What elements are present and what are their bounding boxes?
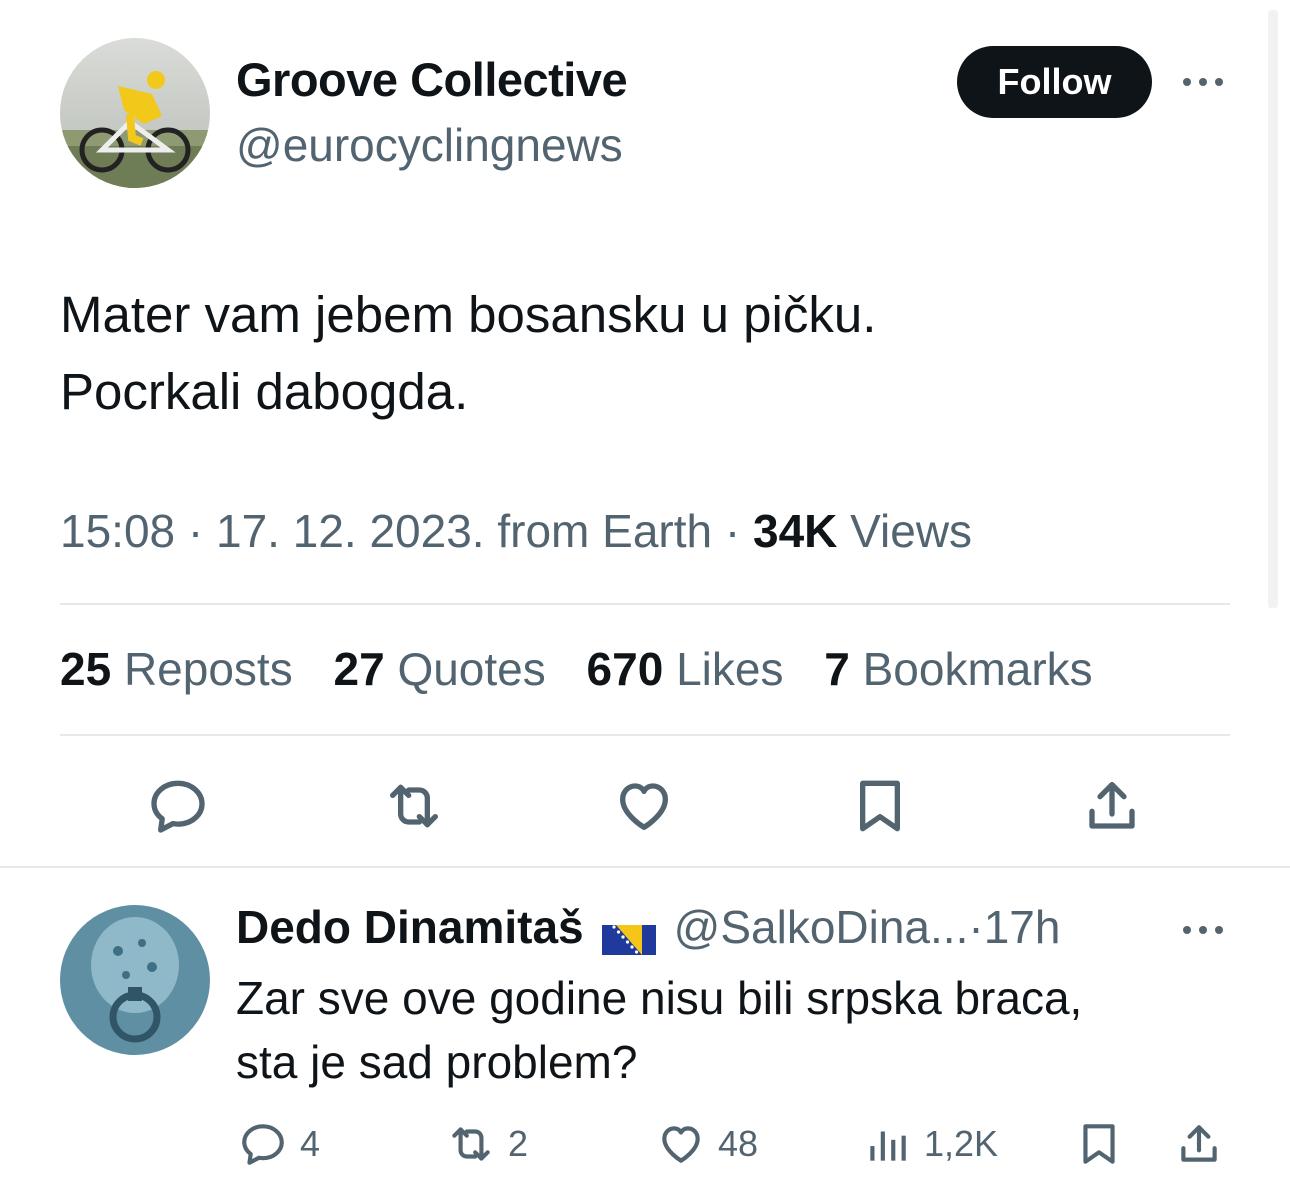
views-bars-icon [870, 1131, 906, 1161]
quotes-count: 27 [333, 643, 385, 695]
divider [0, 866, 1290, 868]
reply-bubble-icon [242, 1124, 284, 1165]
reply-time[interactable]: 17h [984, 900, 1061, 954]
bookmark-icon[interactable] [1074, 1118, 1136, 1170]
reply-reposts-count: 2 [508, 1123, 529, 1164]
separator: · [724, 505, 741, 557]
tweet-meta: 15:08 · 17. 12. 2023. from Earth · 34K V… [60, 504, 972, 558]
tweet-date[interactable]: 17. 12. 2023. [216, 505, 485, 557]
reply-author-avatar[interactable] [60, 905, 210, 1055]
bookmarks-label: Bookmarks [862, 643, 1093, 695]
reply-text-line: sta je sad problem? [236, 1036, 638, 1088]
reply-views-count: 1,2K [924, 1123, 999, 1164]
reposts-stat[interactable]: 25 Reposts [60, 643, 293, 695]
more-dots-icon[interactable] [1178, 912, 1228, 948]
tweet-time[interactable]: 15:08 [60, 505, 175, 557]
quotes-stat[interactable]: 27 Quotes [333, 643, 545, 695]
heart-icon[interactable] [612, 774, 676, 838]
engagement-stats: 25 Reposts 27 Quotes 670 Likes 7 Bookmar… [60, 642, 1121, 696]
tweet-text-line: Mater vam jebem bosansku u pičku. [60, 286, 877, 343]
reply-views-action[interactable]: 1,2K [862, 1118, 998, 1170]
tweet-text-line: Pocrkali dabogda. [60, 363, 469, 420]
reply-bubble-icon[interactable] [146, 774, 210, 838]
reply-likes-count: 48 [718, 1123, 759, 1164]
views-count: 34K [753, 505, 838, 557]
reply-text: Zar sve ove godine nisu bili srpska brac… [236, 966, 1236, 1094]
tweet-source: from Earth [497, 505, 713, 557]
likes-count: 670 [586, 643, 664, 695]
author-handle[interactable]: @eurocyclingnews [236, 118, 623, 172]
quotes-label: Quotes [397, 643, 546, 695]
divider [60, 734, 1230, 736]
reply-text-line: Zar sve ove godine nisu bili srpska brac… [236, 972, 1083, 1024]
author-name[interactable]: Groove Collective [236, 52, 628, 107]
scrollbar[interactable] [1268, 10, 1278, 608]
follow-button[interactable]: Follow [957, 46, 1152, 118]
reposts-label: Reposts [123, 643, 293, 695]
divider [60, 603, 1230, 605]
views-label: Views [850, 505, 973, 557]
likes-stat[interactable]: 670 Likes [587, 643, 784, 695]
heart-icon [662, 1126, 700, 1163]
author-avatar[interactable] [60, 38, 210, 188]
repost-arrows-icon[interactable] [382, 774, 446, 838]
bookmark-icon[interactable] [848, 774, 912, 838]
separator: · [968, 901, 984, 953]
bookmarks-count: 7 [824, 643, 850, 695]
reply-author-handle[interactable]: @SalkoDina... [674, 900, 969, 954]
tweet-text: Mater vam jebem bosansku u pičku. Pocrka… [60, 276, 1240, 430]
reposts-count: 25 [60, 643, 112, 695]
reply-replies-count: 4 [300, 1123, 321, 1164]
reply-reply-action[interactable]: 4 [238, 1118, 320, 1170]
separator: · [187, 505, 204, 557]
reply-like-action[interactable]: 48 [656, 1118, 758, 1170]
bookmarks-stat[interactable]: 7 Bookmarks [824, 643, 1092, 695]
reply-header: Dedo Dinamitaš @SalkoDina... · 17h [236, 900, 1061, 955]
share-upload-icon[interactable] [1080, 774, 1144, 838]
bosnia-flag-icon [601, 912, 656, 955]
reply-author-name[interactable]: Dedo Dinamitaš [236, 900, 584, 954]
repost-arrows-icon [452, 1127, 490, 1161]
reply-repost-action[interactable]: 2 [446, 1118, 528, 1170]
share-upload-icon[interactable] [1174, 1118, 1236, 1170]
likes-label: Likes [676, 643, 784, 695]
more-dots-icon[interactable] [1178, 64, 1228, 100]
